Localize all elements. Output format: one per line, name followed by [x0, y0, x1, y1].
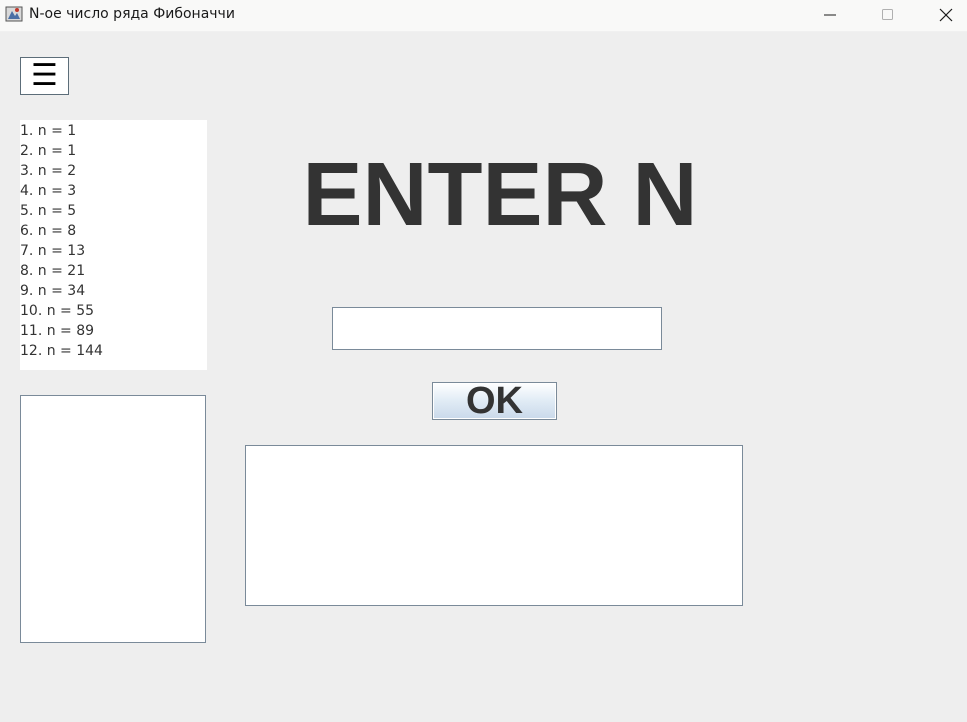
list-item[interactable]: 6. n = 8 [20, 221, 207, 241]
app-window: N-ое число ряда Фибоначчи ☰ 1. n = 1 2. n… [0, 0, 967, 722]
list-item[interactable]: 12. n = 144 [20, 341, 207, 361]
n-input[interactable] [332, 307, 662, 350]
result-text-area[interactable] [245, 445, 743, 606]
fibonacci-history-list[interactable]: 1. n = 1 2. n = 1 3. n = 2 4. n = 3 5. n = 5… [20, 120, 207, 370]
side-text-panel[interactable] [20, 395, 206, 643]
menu-button[interactable]: ☰ [20, 57, 69, 95]
list-item[interactable]: 11. n = 89 [20, 321, 207, 341]
close-icon [939, 8, 953, 22]
hamburger-icon: ☰ [31, 58, 58, 93]
list-item[interactable]: 1. n = 1 [20, 121, 207, 141]
list-item[interactable]: 8. n = 21 [20, 261, 207, 281]
title-bar: N-ое число ряда Фибоначчи [0, 0, 967, 32]
list-item[interactable]: 5. n = 5 [20, 201, 207, 221]
java-app-icon [5, 6, 23, 22]
window-title: N-ое число ряда Фибоначчи [29, 6, 235, 22]
list-item[interactable]: 7. n = 13 [20, 241, 207, 261]
list-item[interactable]: 3. n = 2 [20, 161, 207, 181]
list-item[interactable]: 2. n = 1 [20, 141, 207, 161]
list-item[interactable]: 10. n = 55 [20, 301, 207, 321]
list-item[interactable]: 9. n = 34 [20, 281, 207, 301]
close-button[interactable] [923, 0, 967, 30]
minimize-icon [824, 14, 836, 16]
minimize-button[interactable] [807, 0, 853, 30]
maximize-icon [882, 9, 893, 20]
enter-n-heading: ENTER N [302, 145, 698, 245]
ok-button[interactable]: OK [432, 382, 557, 420]
list-item[interactable]: 4. n = 3 [20, 181, 207, 201]
maximize-button[interactable] [865, 0, 911, 30]
